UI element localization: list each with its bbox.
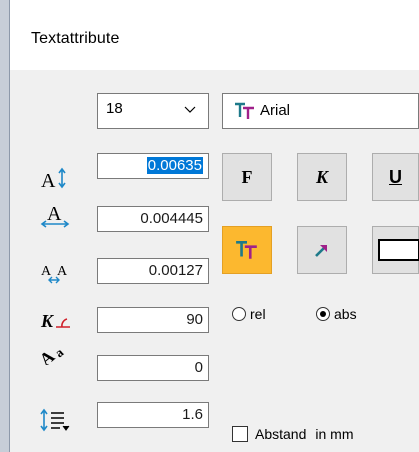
font-size-value: 18	[106, 100, 123, 117]
char-spacing-field[interactable]: 0.00127	[97, 258, 209, 284]
window-left-border	[0, 0, 10, 452]
truetype-font-icon	[236, 241, 257, 259]
line-spacing-field[interactable]: 1.6	[97, 402, 209, 428]
text-rotation-icon: A a	[38, 344, 67, 365]
abstand-checkbox[interactable]: Abstand in mm	[232, 426, 354, 442]
color-swatch	[378, 239, 419, 261]
svg-text:A: A	[57, 264, 68, 279]
abs-radio-label: abs	[334, 306, 357, 322]
text-height-icon: A	[41, 167, 66, 192]
abstand-checkbox-box[interactable]	[232, 426, 248, 442]
arrow-up-right-icon	[315, 245, 327, 257]
svg-text:A: A	[41, 264, 52, 279]
abs-radio-circle[interactable]	[316, 307, 330, 321]
svg-text:K: K	[40, 311, 55, 331]
text-width-icon: A	[40, 203, 70, 228]
text-height-field[interactable]: 0.00635	[97, 153, 209, 179]
truetype-toggle-button[interactable]	[222, 226, 272, 274]
italic-angle-field[interactable]: 90	[97, 307, 209, 333]
abstand-unit: in mm	[315, 426, 354, 442]
underline-button[interactable]: U	[372, 153, 419, 201]
svg-text:A: A	[41, 170, 56, 192]
font-size-combobox[interactable]: 18	[97, 93, 209, 129]
dialog-title: Textattribute	[31, 30, 120, 47]
abs-radio[interactable]: abs	[316, 306, 357, 322]
rel-radio[interactable]: rel	[232, 306, 266, 322]
italic-angle-icon: K	[40, 311, 70, 331]
font-family-value: Arial	[260, 102, 291, 119]
char-spacing-icon: A A	[41, 264, 68, 284]
bold-button[interactable]: F	[222, 153, 272, 201]
text-width-field[interactable]: 0.004445	[97, 206, 209, 232]
text-rotation-field[interactable]: 0	[97, 355, 209, 381]
italic-button[interactable]: K	[297, 153, 347, 201]
text-direction-button[interactable]	[297, 226, 347, 274]
abstand-label: Abstand	[255, 426, 307, 442]
chevron-down-icon	[184, 106, 196, 113]
truetype-font-icon	[235, 102, 254, 119]
line-spacing-icon	[40, 408, 70, 432]
svg-text:A: A	[47, 203, 62, 225]
rel-radio-label: rel	[250, 306, 266, 322]
font-family-combobox[interactable]: Arial	[222, 93, 419, 129]
rel-radio-circle[interactable]	[232, 307, 246, 321]
color-button[interactable]	[372, 226, 419, 274]
